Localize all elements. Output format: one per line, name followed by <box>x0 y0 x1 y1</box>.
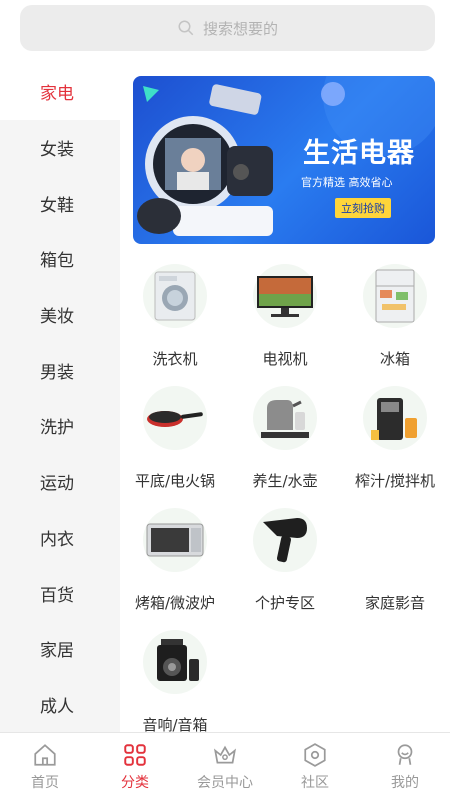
bottom-tab-bar: 首页 分类 会员中心 社区 我的 <box>0 732 450 800</box>
tab-label: 会员中心 <box>197 774 253 791</box>
grid-item-label: 冰箱 <box>379 350 410 368</box>
search-placeholder: 搜索想要的 <box>202 19 278 38</box>
sidebar-item-womens-clothing[interactable]: 女装 <box>0 120 120 176</box>
grid-item-washing-machine[interactable]: 洗衣机 <box>120 260 230 382</box>
grid-item-microwave[interactable]: 烤箱/微波炉 <box>120 504 230 626</box>
search-icon <box>178 20 194 36</box>
grid-item-label: 个护专区 <box>254 594 315 612</box>
sidebar-item-bags[interactable]: 箱包 <box>0 231 120 287</box>
sidebar-item-appliances[interactable]: 家电 <box>0 64 120 120</box>
tv-icon <box>253 264 317 328</box>
tab-mine[interactable]: 我的 <box>360 733 450 800</box>
tab-community[interactable]: 社区 <box>270 733 360 800</box>
grid-item-kettle[interactable]: 养生/水壶 <box>230 382 340 504</box>
home-icon <box>34 743 56 766</box>
banner-title: 生活电器 <box>303 138 415 169</box>
grid-item-personal-care[interactable]: 个护专区 <box>230 504 340 626</box>
search-input[interactable]: 搜索想要的 <box>20 5 435 51</box>
grid-item-pan[interactable]: 平底/电火锅 <box>120 382 230 504</box>
tab-home[interactable]: 首页 <box>0 733 90 800</box>
grid-item-label: 养生/水壶 <box>252 472 318 490</box>
grid-item-label: 电视机 <box>262 350 308 368</box>
tab-label: 社区 <box>301 774 329 791</box>
pan-icon <box>143 386 207 450</box>
grid-item-juicer[interactable]: 榨汁/搅拌机 <box>340 382 450 504</box>
user-icon <box>397 743 413 765</box>
tab-label: 我的 <box>391 774 419 791</box>
sidebar-item-adult[interactable]: 成人 <box>0 677 120 732</box>
hexagon-icon <box>304 742 326 767</box>
sidebar-item-womens-shoes[interactable]: 女鞋 <box>0 175 120 231</box>
speaker-icon <box>143 630 207 694</box>
grid-item-label: 榨汁/搅拌机 <box>354 472 436 490</box>
sidebar-item-mens-clothing[interactable]: 男装 <box>0 342 120 398</box>
grid-item-speaker[interactable]: 音响/音箱 <box>120 626 230 732</box>
fridge-icon <box>363 264 427 328</box>
category-content: 生活电器 官方精选 高效省心 立刻抢购 洗衣机 电视机 冰箱 平底/电火锅 养生… <box>120 64 450 732</box>
sidebar-item-sports[interactable]: 运动 <box>0 454 120 510</box>
tab-member-center[interactable]: 会员中心 <box>180 733 270 800</box>
kettle-icon <box>253 386 317 450</box>
tab-label: 首页 <box>31 774 59 791</box>
grid-item-home-theater[interactable]: 家庭影音 <box>340 504 450 626</box>
washing-machine-icon <box>143 264 207 328</box>
tab-label: 分类 <box>121 774 149 791</box>
grid-item-tv[interactable]: 电视机 <box>230 260 340 382</box>
grid-item-label: 烤箱/微波炉 <box>134 594 216 612</box>
sidebar-item-general[interactable]: 百货 <box>0 565 120 621</box>
grid-item-label: 平底/电火锅 <box>134 472 216 490</box>
sidebar-item-underwear[interactable]: 内衣 <box>0 510 120 566</box>
grid-item-label: 家庭影音 <box>364 594 425 612</box>
grid-item-fridge[interactable]: 冰箱 <box>340 260 450 382</box>
tab-category[interactable]: 分类 <box>90 733 180 800</box>
banner-subtitle: 官方精选 高效省心 <box>301 176 393 189</box>
sidebar-item-home[interactable]: 家居 <box>0 621 120 677</box>
microwave-icon <box>143 508 207 572</box>
category-icon <box>124 743 146 766</box>
sidebar-item-beauty[interactable]: 美妆 <box>0 287 120 343</box>
juicer-icon <box>363 386 427 450</box>
grid-item-label: 音响/音箱 <box>142 716 208 732</box>
banner-buy-button[interactable]: 立刻抢购 <box>335 198 391 218</box>
category-sidebar: 家电 女装 女鞋 箱包 美妆 男装 洗护 运动 内衣 百货 家居 成人 <box>0 64 120 732</box>
promo-banner[interactable]: 生活电器 官方精选 高效省心 立刻抢购 <box>133 76 435 244</box>
search-bar: 搜索想要的 <box>0 0 450 64</box>
sidebar-item-care[interactable]: 洗护 <box>0 398 120 454</box>
crown-icon <box>213 745 237 763</box>
grid-item-label: 洗衣机 <box>152 350 198 368</box>
hair-dryer-icon <box>253 508 317 572</box>
